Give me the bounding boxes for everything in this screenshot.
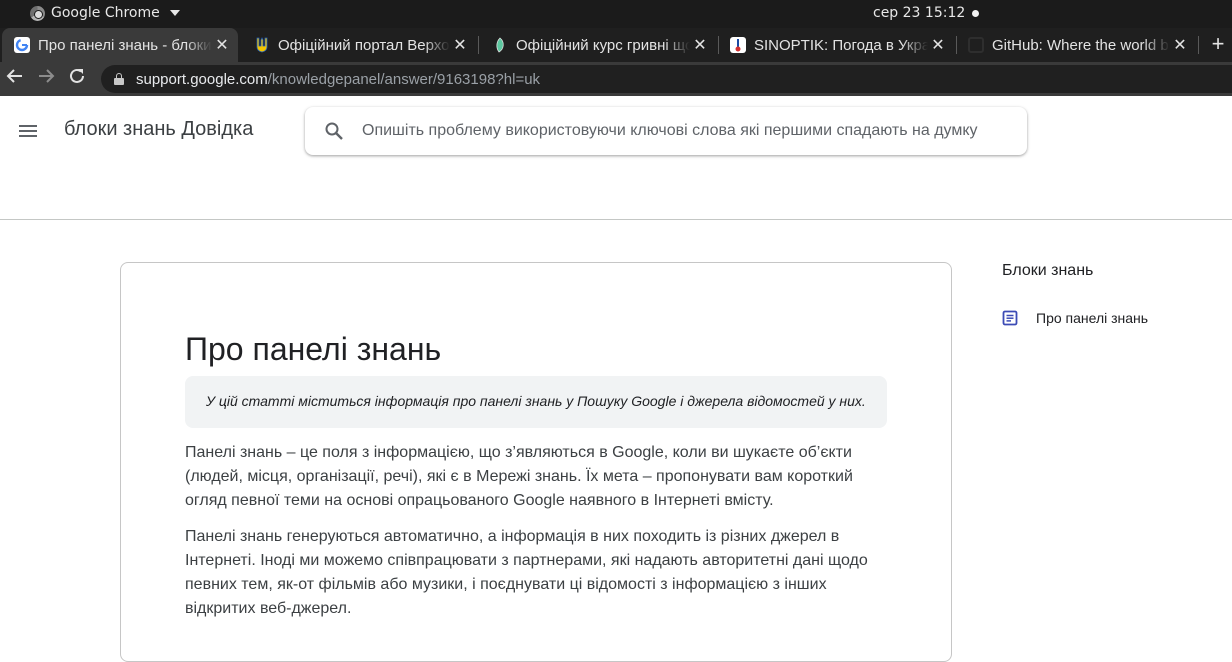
tab-title: Офіційний курс гривні щодо іноземних вал…: [516, 36, 690, 54]
app-menu[interactable]: Google Chrome: [30, 5, 180, 21]
tab-rada[interactable]: Офіційний портал Верховної Ради України …: [242, 28, 476, 62]
tab-separator: [1198, 36, 1199, 54]
article-title: Про панелі знань: [185, 331, 442, 367]
tab-separator: [478, 36, 479, 54]
clock[interactable]: сер 23 15:12: [873, 5, 965, 21]
url-host: support.google.com: [136, 70, 268, 88]
app-name: Google Chrome: [51, 5, 160, 21]
tab-sinoptik[interactable]: SINOPTIK: Погода в Україні ✕: [718, 28, 954, 62]
lock-icon[interactable]: [114, 73, 124, 85]
forward-button[interactable]: [33, 66, 59, 92]
tab-github[interactable]: GitHub: Where the world builds software …: [956, 28, 1196, 62]
leaf-icon: [492, 37, 508, 53]
summary-text: У цій статті міститься інформація про па…: [206, 393, 866, 409]
close-icon[interactable]: ✕: [928, 35, 948, 55]
chevron-down-icon: [169, 10, 180, 16]
article-summary: У цій статті міститься інформація про па…: [185, 376, 887, 428]
url-text[interactable]: support.google.com/knowledgepanel/answer…: [136, 71, 540, 88]
thermometer-icon: [730, 37, 746, 53]
tab-knowledge-panel[interactable]: Про панелі знань - блоки знань Довідка ✕: [2, 28, 238, 62]
help-search-box[interactable]: [305, 107, 1027, 155]
os-top-bar: Google Chrome сер 23 15:12: [0, 0, 1232, 28]
article-paragraph: Панелі знань генеруються автоматично, а …: [185, 528, 868, 617]
url-path: /knowledgepanel/answer/9163198?hl=uk: [267, 70, 541, 88]
tab-title: GitHub: Where the world builds software: [992, 36, 1170, 54]
product-title[interactable]: блоки знань Довідка: [64, 118, 253, 141]
sidebar-heading[interactable]: Блоки знань: [1002, 262, 1222, 280]
close-icon[interactable]: ✕: [690, 35, 710, 55]
github-icon: [968, 37, 984, 53]
tab-title: Про панелі знань - блоки знань Довідка: [38, 36, 212, 54]
browser-toolbar: support.google.com/knowledgepanel/answer…: [0, 62, 1232, 96]
help-page: блоки знань Довідка Про панелі знань У ц…: [0, 96, 1232, 662]
article-card: Про панелі знань У цій статті міститься …: [120, 262, 952, 662]
close-icon[interactable]: ✕: [450, 35, 470, 55]
reload-button[interactable]: [64, 66, 90, 92]
search-input[interactable]: [362, 107, 1012, 155]
notification-dot-icon: [972, 10, 979, 17]
reload-icon: [70, 68, 84, 83]
tab-strip: Про панелі знань - блоки знань Довідка ✕…: [0, 28, 1232, 62]
close-icon[interactable]: ✕: [212, 35, 232, 55]
tab-title: SINOPTIK: Погода в Україні: [754, 36, 928, 54]
tab-currency[interactable]: Офіційний курс гривні щодо іноземних вал…: [480, 28, 716, 62]
document-icon: [1002, 310, 1018, 326]
chrome-icon: [30, 5, 45, 21]
header-divider: [0, 219, 1232, 220]
new-tab-button[interactable]: +: [1206, 28, 1230, 62]
arrow-right-icon: [39, 69, 55, 83]
hamburger-menu-icon[interactable]: [19, 125, 37, 137]
address-bar[interactable]: support.google.com/knowledgepanel/answer…: [101, 65, 1232, 93]
sidebar-item-about-knowledge-panels[interactable]: Про панелі знань: [1002, 310, 1222, 326]
sidebar-nav: Блоки знань Про панелі знань: [1002, 262, 1222, 326]
close-icon[interactable]: ✕: [1170, 35, 1190, 55]
article-paragraph: Панелі знань – це поля з інформацією, що…: [185, 444, 853, 509]
back-button[interactable]: [2, 66, 28, 92]
trident-icon: [254, 37, 270, 53]
sidebar-item-label: Про панелі знань: [1036, 310, 1149, 326]
search-icon[interactable]: [324, 121, 344, 141]
tab-title: Офіційний портал Верховної Ради України: [278, 36, 450, 54]
google-icon: [14, 37, 30, 53]
arrow-left-icon: [6, 69, 22, 83]
